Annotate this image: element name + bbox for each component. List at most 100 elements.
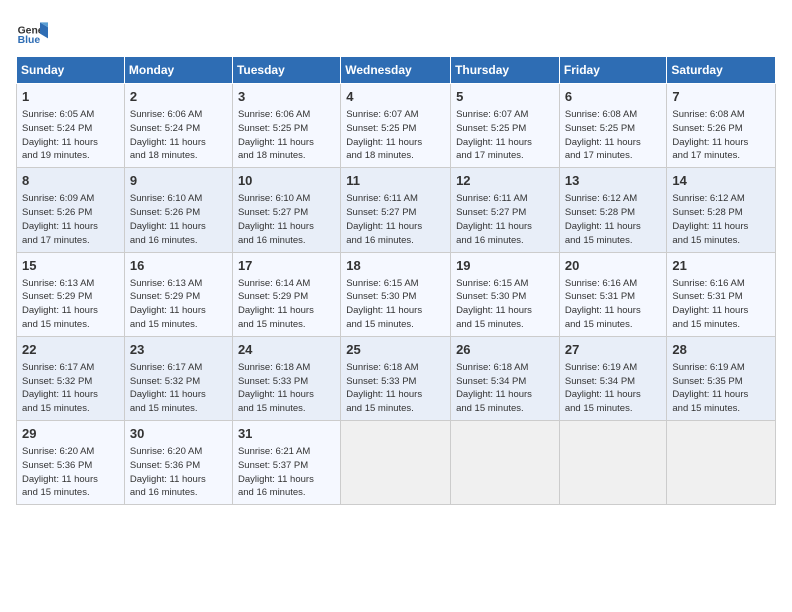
day-info: Sunrise: 6:19 AM Sunset: 5:34 PM Dayligh… [565, 361, 662, 416]
day-info: Sunrise: 6:08 AM Sunset: 5:25 PM Dayligh… [565, 108, 662, 163]
day-number: 27 [565, 341, 662, 359]
day-info: Sunrise: 6:18 AM Sunset: 5:34 PM Dayligh… [456, 361, 554, 416]
svg-text:Blue: Blue [18, 35, 41, 46]
day-info: Sunrise: 6:16 AM Sunset: 5:31 PM Dayligh… [565, 277, 662, 332]
day-info: Sunrise: 6:06 AM Sunset: 5:25 PM Dayligh… [238, 108, 335, 163]
day-info: Sunrise: 6:09 AM Sunset: 5:26 PM Dayligh… [22, 192, 119, 247]
day-number: 21 [672, 257, 770, 275]
calendar-day-cell [667, 421, 776, 505]
day-number: 25 [346, 341, 445, 359]
calendar-week-row: 1 Sunrise: 6:05 AM Sunset: 5:24 PM Daylig… [17, 84, 776, 168]
day-info: Sunrise: 6:16 AM Sunset: 5:31 PM Dayligh… [672, 277, 770, 332]
day-info: Sunrise: 6:18 AM Sunset: 5:33 PM Dayligh… [346, 361, 445, 416]
day-number: 24 [238, 341, 335, 359]
calendar-day-header: Friday [559, 57, 667, 84]
calendar-day-header: Saturday [667, 57, 776, 84]
day-info: Sunrise: 6:20 AM Sunset: 5:36 PM Dayligh… [130, 445, 227, 500]
day-number: 10 [238, 172, 335, 190]
logo: General Blue [16, 16, 52, 48]
calendar-day-cell: 15 Sunrise: 6:13 AM Sunset: 5:29 PM Dayli… [17, 252, 125, 336]
calendar-day-cell: 16 Sunrise: 6:13 AM Sunset: 5:29 PM Dayli… [124, 252, 232, 336]
day-number: 11 [346, 172, 445, 190]
calendar-day-cell: 3 Sunrise: 6:06 AM Sunset: 5:25 PM Daylig… [232, 84, 340, 168]
day-number: 1 [22, 88, 119, 106]
calendar-day-header: Tuesday [232, 57, 340, 84]
calendar-day-cell: 19Sunrise: 6:15 AM Sunset: 5:30 PM Dayli… [451, 252, 560, 336]
day-info: Sunrise: 6:13 AM Sunset: 5:29 PM Dayligh… [22, 277, 119, 332]
calendar-day-cell: 5Sunrise: 6:07 AM Sunset: 5:25 PM Daylig… [451, 84, 560, 168]
day-number: 13 [565, 172, 662, 190]
day-number: 5 [456, 88, 554, 106]
logo-icon: General Blue [16, 16, 48, 48]
day-info: Sunrise: 6:15 AM Sunset: 5:30 PM Dayligh… [456, 277, 554, 332]
day-info: Sunrise: 6:10 AM Sunset: 5:27 PM Dayligh… [238, 192, 335, 247]
calendar-day-header: Thursday [451, 57, 560, 84]
calendar-day-cell: 28 Sunrise: 6:19 AM Sunset: 5:35 PM Dayli… [667, 336, 776, 420]
calendar-day-cell: 31 Sunrise: 6:21 AM Sunset: 5:37 PM Dayli… [232, 421, 340, 505]
calendar-day-cell: 25 Sunrise: 6:18 AM Sunset: 5:33 PM Dayli… [341, 336, 451, 420]
calendar-day-header: Monday [124, 57, 232, 84]
day-info: Sunrise: 6:12 AM Sunset: 5:28 PM Dayligh… [672, 192, 770, 247]
day-info: Sunrise: 6:18 AM Sunset: 5:33 PM Dayligh… [238, 361, 335, 416]
day-number: 30 [130, 425, 227, 443]
calendar-body: 1 Sunrise: 6:05 AM Sunset: 5:24 PM Daylig… [17, 84, 776, 505]
day-number: 15 [22, 257, 119, 275]
day-number: 18 [346, 257, 445, 275]
day-number: 17 [238, 257, 335, 275]
day-number: 2 [130, 88, 227, 106]
day-number: 16 [130, 257, 227, 275]
day-number: 20 [565, 257, 662, 275]
day-number: 26 [456, 341, 554, 359]
calendar-day-cell: 2Sunrise: 6:06 AM Sunset: 5:24 PM Daylig… [124, 84, 232, 168]
calendar-day-cell: 26 Sunrise: 6:18 AM Sunset: 5:34 PM Dayli… [451, 336, 560, 420]
day-info: Sunrise: 6:08 AM Sunset: 5:26 PM Dayligh… [672, 108, 770, 163]
calendar-day-cell [341, 421, 451, 505]
day-info: Sunrise: 6:17 AM Sunset: 5:32 PM Dayligh… [22, 361, 119, 416]
day-info: Sunrise: 6:21 AM Sunset: 5:37 PM Dayligh… [238, 445, 335, 500]
day-info: Sunrise: 6:11 AM Sunset: 5:27 PM Dayligh… [456, 192, 554, 247]
calendar-day-cell [559, 421, 667, 505]
calendar-day-header: Wednesday [341, 57, 451, 84]
day-number: 4 [346, 88, 445, 106]
day-number: 28 [672, 341, 770, 359]
day-number: 9 [130, 172, 227, 190]
calendar-week-row: 22 Sunrise: 6:17 AM Sunset: 5:32 PM Dayli… [17, 336, 776, 420]
day-number: 29 [22, 425, 119, 443]
calendar-day-cell: 9 Sunrise: 6:10 AM Sunset: 5:26 PM Daylig… [124, 168, 232, 252]
calendar-day-cell: 12 Sunrise: 6:11 AM Sunset: 5:27 PM Dayli… [451, 168, 560, 252]
calendar-table: SundayMondayTuesdayWednesdayThursdayFrid… [16, 56, 776, 505]
calendar-day-cell: 17Sunrise: 6:14 AM Sunset: 5:29 PM Dayli… [232, 252, 340, 336]
calendar-day-cell: 23Sunrise: 6:17 AM Sunset: 5:32 PM Dayli… [124, 336, 232, 420]
calendar-header: SundayMondayTuesdayWednesdayThursdayFrid… [17, 57, 776, 84]
day-number: 12 [456, 172, 554, 190]
day-info: Sunrise: 6:17 AM Sunset: 5:32 PM Dayligh… [130, 361, 227, 416]
day-number: 3 [238, 88, 335, 106]
page-header: General Blue [16, 16, 776, 48]
day-number: 7 [672, 88, 770, 106]
calendar-day-cell: 10 Sunrise: 6:10 AM Sunset: 5:27 PM Dayli… [232, 168, 340, 252]
day-number: 31 [238, 425, 335, 443]
calendar-day-cell: 29Sunrise: 6:20 AM Sunset: 5:36 PM Dayli… [17, 421, 125, 505]
day-info: Sunrise: 6:10 AM Sunset: 5:26 PM Dayligh… [130, 192, 227, 247]
calendar-day-cell: 30 Sunrise: 6:20 AM Sunset: 5:36 PM Dayli… [124, 421, 232, 505]
day-info: Sunrise: 6:15 AM Sunset: 5:30 PM Dayligh… [346, 277, 445, 332]
day-number: 22 [22, 341, 119, 359]
calendar-day-cell: 20 Sunrise: 6:16 AM Sunset: 5:31 PM Dayli… [559, 252, 667, 336]
calendar-week-row: 8 Sunrise: 6:09 AM Sunset: 5:26 PM Daylig… [17, 168, 776, 252]
calendar-day-cell: 1 Sunrise: 6:05 AM Sunset: 5:24 PM Daylig… [17, 84, 125, 168]
calendar-day-cell: 4Sunrise: 6:07 AM Sunset: 5:25 PM Daylig… [341, 84, 451, 168]
day-info: Sunrise: 6:05 AM Sunset: 5:24 PM Dayligh… [22, 108, 119, 163]
calendar-day-cell: 13Sunrise: 6:12 AM Sunset: 5:28 PM Dayli… [559, 168, 667, 252]
day-number: 8 [22, 172, 119, 190]
calendar-day-cell: 8 Sunrise: 6:09 AM Sunset: 5:26 PM Daylig… [17, 168, 125, 252]
day-info: Sunrise: 6:13 AM Sunset: 5:29 PM Dayligh… [130, 277, 227, 332]
calendar-day-cell: 24 Sunrise: 6:18 AM Sunset: 5:33 PM Dayli… [232, 336, 340, 420]
day-number: 14 [672, 172, 770, 190]
day-number: 6 [565, 88, 662, 106]
calendar-day-cell: 18 Sunrise: 6:15 AM Sunset: 5:30 PM Dayli… [341, 252, 451, 336]
calendar-day-cell [451, 421, 560, 505]
calendar-week-row: 29 Sunrise: 6:20 AM Sunset: 5:36 PM Dayli… [17, 421, 776, 505]
day-info: Sunrise: 6:19 AM Sunset: 5:35 PM Dayligh… [672, 361, 770, 416]
day-info: Sunrise: 6:11 AM Sunset: 5:27 PM Dayligh… [346, 192, 445, 247]
calendar-day-header: Sunday [17, 57, 125, 84]
